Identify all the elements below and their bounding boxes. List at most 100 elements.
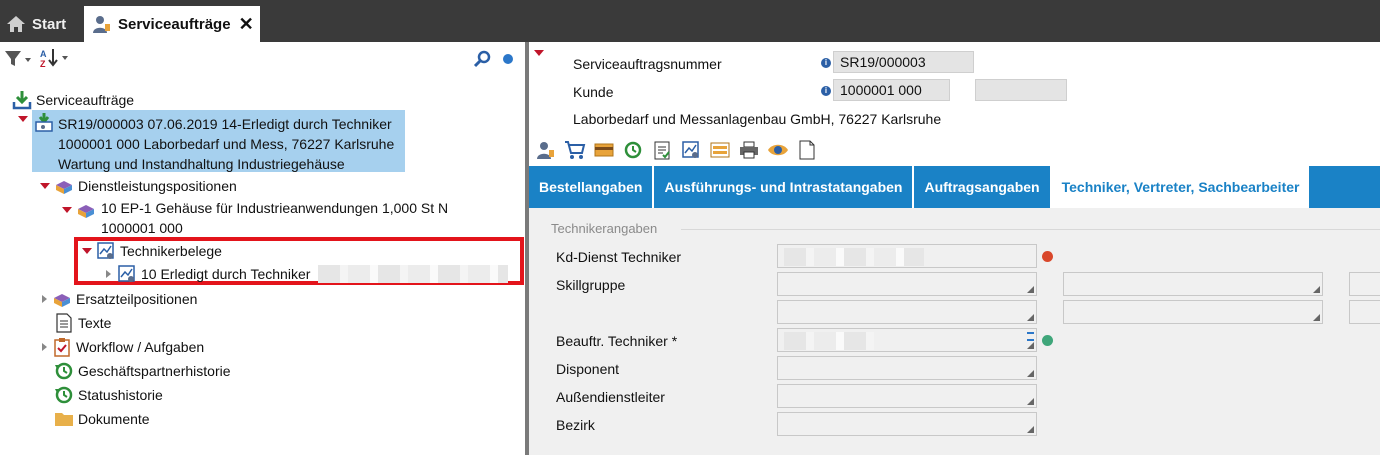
tree-item-partner-history[interactable]: Geschäftspartnerhistorie (54, 361, 231, 381)
tree-item-position[interactable] (62, 200, 100, 220)
tab-auftragsangaben[interactable]: Auftragsangaben (914, 166, 1052, 208)
skillgruppe-field-5[interactable] (1063, 300, 1323, 324)
list-icon[interactable] (1027, 332, 1034, 341)
blank-doc-icon[interactable] (796, 139, 818, 161)
svg-text:A: A (40, 49, 47, 59)
technician-icon[interactable] (535, 139, 557, 161)
cart-icon[interactable] (564, 139, 586, 161)
boxes-icon (54, 176, 74, 196)
skillgruppe-field-6[interactable] (1349, 300, 1380, 324)
tree-order-item[interactable]: SR19/000003 07.06.2019 14-Erledigt durch… (58, 114, 394, 174)
expanded-arrow-icon[interactable] (40, 183, 50, 189)
print-icon[interactable] (738, 139, 760, 161)
order-line-3: Wartung und Instandhaltung Industriegehä… (58, 156, 345, 172)
status-history-label: Statushistorie (78, 387, 163, 403)
redacted-value (784, 332, 874, 350)
tech-doc-icon (96, 241, 116, 261)
card-icon[interactable] (593, 139, 615, 161)
filter-icon[interactable] (4, 49, 34, 72)
skillgruppe-field-1[interactable] (777, 272, 1037, 296)
kd-dienst-field[interactable] (777, 244, 1037, 268)
tree-item-status-history[interactable]: Statushistorie (54, 385, 163, 405)
detail-tabs: Bestellangaben Ausführungs- und Intrasta… (529, 166, 1380, 208)
skillgruppe-field-3[interactable] (1349, 272, 1380, 296)
sort-az-icon[interactable]: AZ (38, 47, 72, 72)
history-icon[interactable] (622, 139, 644, 161)
dot-icon[interactable] (503, 54, 513, 64)
disponent-field[interactable] (777, 356, 1037, 380)
customer-field[interactable]: 1000001 000 (833, 79, 950, 101)
redacted-value (318, 265, 509, 283)
left-tree-panel: AZ Serviceaufträge SR19/000003 07.06.201… (0, 42, 525, 455)
customer-extra-field[interactable] (975, 79, 1067, 101)
status-red-icon (1042, 251, 1053, 262)
collapsed-arrow-icon[interactable] (106, 270, 111, 278)
tree-item-texte[interactable]: Texte (54, 313, 111, 333)
aussendienst-label: Außendienstleiter (556, 389, 665, 405)
svg-text:Z: Z (40, 59, 46, 69)
checklist-icon[interactable] (651, 139, 673, 161)
tab-start-label: Start (32, 15, 67, 33)
workflow-label: Workflow / Aufgaben (76, 339, 205, 355)
info-icon[interactable]: i (821, 58, 831, 68)
tab-bestellangaben[interactable]: Bestellangaben (529, 166, 655, 208)
disponent-label: Disponent (556, 361, 620, 377)
texts-label: Texte (78, 315, 112, 331)
position-text[interactable]: 10 EP-1 Gehäuse für Industrieanwendungen… (101, 198, 448, 238)
collapsed-arrow-icon[interactable] (42, 343, 47, 351)
beauftr-field[interactable] (777, 328, 1037, 352)
text-doc-icon (54, 313, 74, 333)
expanded-arrow-icon[interactable] (82, 248, 92, 254)
preview-icon[interactable] (767, 139, 789, 161)
collapsed-arrow-icon[interactable] (42, 295, 47, 303)
order-number-label: Serviceauftragsnummer (573, 56, 722, 72)
redacted-value (784, 248, 924, 266)
order-number-field[interactable]: SR19/000003 (833, 51, 974, 73)
action-toolbar (529, 134, 1380, 166)
services-label: Dienstleistungspositionen (78, 178, 237, 194)
tech-doc-icon (117, 264, 137, 284)
bezirk-label: Bezirk (556, 417, 595, 433)
close-icon[interactable]: ✕ (239, 14, 254, 35)
position-line-2: 1000001 000 (101, 220, 183, 236)
tree-item-technikerbelege[interactable]: Technikerbelege (82, 241, 222, 261)
tree-expand-order[interactable] (18, 116, 28, 122)
section-divider (681, 229, 1380, 230)
top-tab-bar: Start Serviceaufträge ✕ (0, 0, 1380, 42)
aussendienst-field[interactable] (777, 384, 1037, 408)
tree-root[interactable]: Serviceaufträge (12, 90, 134, 110)
search-icon[interactable] (473, 49, 493, 72)
tab-active-label: Serviceaufträge (118, 15, 231, 33)
status-green-icon (1042, 335, 1053, 346)
collapse-header-icon[interactable] (534, 50, 544, 56)
clipboard-check-icon (52, 337, 72, 357)
tab-serviceauftraege[interactable]: Serviceaufträge ✕ (84, 6, 260, 42)
download-icon (12, 90, 32, 110)
info-icon[interactable]: i (821, 86, 831, 96)
tab-start[interactable]: Start (6, 6, 66, 42)
customer-label: Kunde (573, 84, 614, 100)
tab-techniker[interactable]: Techniker, Vertreter, Sachbearbeiter (1051, 166, 1310, 208)
form-icon[interactable] (709, 139, 731, 161)
image-doc-icon[interactable] (680, 139, 702, 161)
tree-item-workflow[interactable]: Workflow / Aufgaben (42, 337, 204, 357)
tab-ausfuehrungsangaben[interactable]: Ausführungs- und Intrastatangaben (654, 166, 915, 208)
tree-item-dokumente[interactable]: Dokumente (54, 409, 150, 429)
order-doc-icon (34, 112, 54, 132)
tree-item-ersatzteilpositionen[interactable]: Ersatzteilpositionen (42, 289, 197, 309)
boxes-icon (52, 289, 72, 309)
bezirk-field[interactable] (777, 412, 1037, 436)
folder-icon (54, 409, 74, 429)
partner-history-label: Geschäftspartnerhistorie (78, 363, 231, 379)
tree-item-dienstleistungspositionen[interactable]: Dienstleistungspositionen (40, 176, 237, 196)
section-title: Technikerangaben (551, 221, 658, 236)
tech-docs-label: Technikerbelege (120, 243, 222, 259)
tree-item-tech-doc[interactable]: 10 Erledigt durch Techniker (106, 264, 509, 284)
technician-icon (92, 14, 112, 34)
skillgruppe-field-2[interactable] (1063, 272, 1323, 296)
skillgruppe-field-4[interactable] (777, 300, 1037, 324)
beauftr-label: Beauftr. Techniker * (556, 333, 678, 349)
expanded-arrow-icon[interactable] (18, 116, 28, 122)
order-line-1: SR19/000003 07.06.2019 14-Erledigt durch… (58, 116, 392, 132)
expanded-arrow-icon[interactable] (62, 207, 72, 213)
